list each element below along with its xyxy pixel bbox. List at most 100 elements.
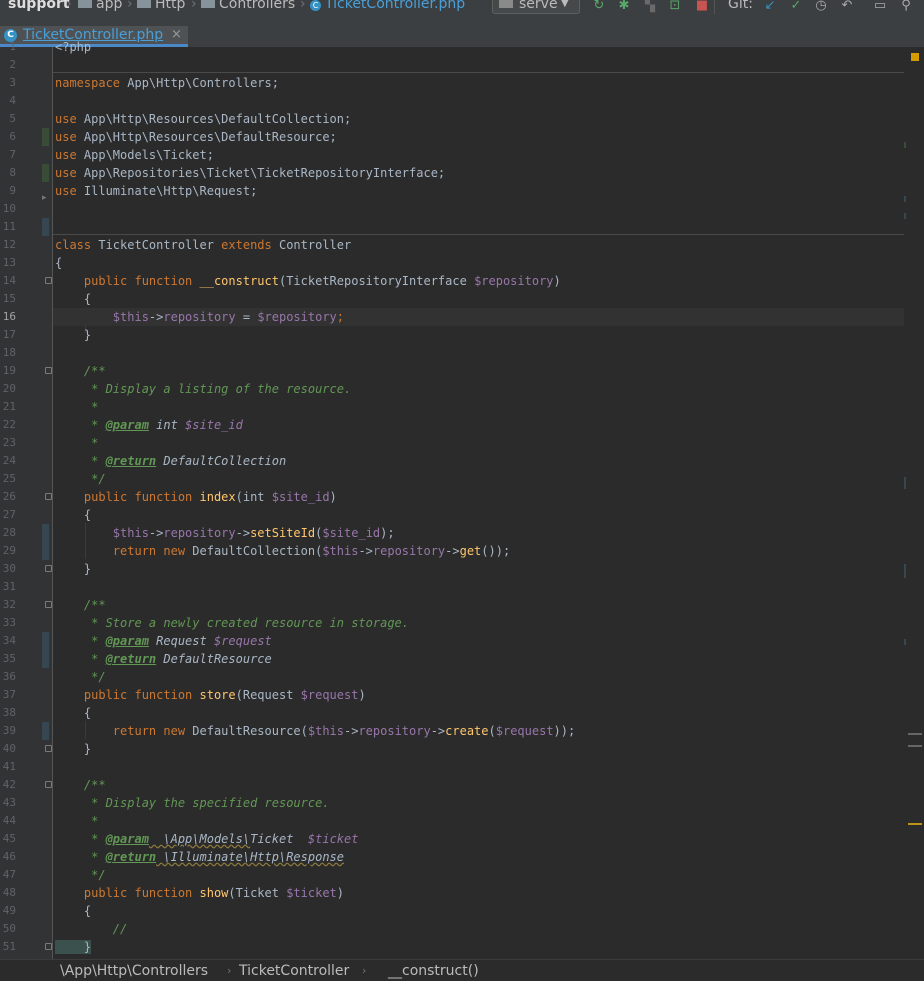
vcs-modified-marker[interactable] <box>42 218 49 236</box>
method-separator <box>53 72 920 73</box>
nav-crumb-file[interactable]: C TicketController.php <box>310 0 465 11</box>
line-number: 3 <box>9 76 16 89</box>
code-line-current: $this->repository = $repository; <box>55 310 345 324</box>
nav-crumb-project[interactable]: support <box>8 0 70 11</box>
fold-icon[interactable] <box>45 367 52 374</box>
line-number: 27 <box>2 508 16 521</box>
code-line: // <box>55 922 128 936</box>
line-number: 38 <box>2 706 16 719</box>
breadcrumb-class[interactable]: TicketController <box>239 961 349 981</box>
git-update-icon[interactable]: ↙ <box>763 0 777 12</box>
vcs-modified-marker[interactable] <box>42 632 49 668</box>
change-marker[interactable] <box>904 196 906 202</box>
fold-icon[interactable] <box>45 565 52 572</box>
search-icon[interactable]: ⚲ <box>899 0 913 12</box>
change-marker[interactable] <box>904 564 906 578</box>
vcs-modified-marker[interactable] <box>42 722 49 740</box>
folder-icon <box>137 0 151 8</box>
navigation-bar: support › app › Http › Controllers › C Ti… <box>0 0 924 14</box>
line-number: 25 <box>2 472 16 485</box>
fold-icon[interactable] <box>45 781 52 788</box>
code-line: use Illuminate\Http\Request; <box>55 184 258 198</box>
code-line: use App\Http\Resources\DefaultCollection… <box>55 112 352 126</box>
line-number: 29 <box>2 544 16 557</box>
line-number: 42 <box>2 778 16 791</box>
folder-icon <box>201 0 215 8</box>
toolbar-divider <box>714 0 715 14</box>
code-line: * @param \App\Models\Ticket $ticket <box>55 832 359 846</box>
vcs-added-marker[interactable] <box>42 128 49 146</box>
tab-ticketcontroller[interactable]: C TicketController.php × <box>0 26 188 47</box>
git-commit-icon[interactable]: ✓ <box>789 0 803 12</box>
warning-marker[interactable] <box>908 823 922 825</box>
change-marker[interactable] <box>904 477 906 489</box>
line-number: 40 <box>2 742 16 755</box>
fold-icon[interactable] <box>45 745 52 752</box>
code-line: * Display a listing of the resource. <box>55 382 352 396</box>
code-line: <?php <box>55 40 92 54</box>
php-server-icon <box>499 0 513 8</box>
line-number-current: 16 <box>2 310 16 323</box>
breadcrumb-method[interactable]: __construct() <box>388 961 479 981</box>
breadcrumb-namespace[interactable]: \App\Http\Controllers <box>60 961 208 981</box>
fold-icon[interactable] <box>45 601 52 608</box>
code-line: } <box>55 940 92 954</box>
coverage-icon[interactable]: ▚ <box>643 0 657 12</box>
change-marker[interactable] <box>904 213 906 219</box>
chevron-down-icon: ▼ <box>561 0 569 9</box>
line-number: 31 <box>2 580 16 593</box>
line-number: 33 <box>2 616 16 629</box>
history-icon[interactable]: ◷ <box>814 0 828 12</box>
line-number: 14 <box>2 274 16 287</box>
scroll-thumb-marker[interactable] <box>908 733 922 735</box>
change-marker[interactable] <box>904 639 906 645</box>
terminal-icon[interactable]: ▭ <box>873 0 887 12</box>
stop-icon[interactable]: ■ <box>695 0 709 12</box>
chevron-right-icon: › <box>191 0 197 12</box>
line-number: 51 <box>2 940 16 953</box>
change-marker[interactable] <box>904 142 906 148</box>
fold-icon[interactable] <box>45 943 52 950</box>
code-line: return new DefaultCollection($this->repo… <box>55 544 511 558</box>
code-line: } <box>55 742 92 756</box>
vcs-modified-marker[interactable] <box>42 524 49 560</box>
warning-status-icon[interactable] <box>911 53 919 61</box>
folder-icon <box>78 0 92 8</box>
vcs-added-marker[interactable] <box>42 164 49 182</box>
git-label: Git: <box>728 0 753 12</box>
close-icon[interactable]: × <box>171 27 182 42</box>
code-line: */ <box>55 868 106 882</box>
code-line: /** <box>55 598 106 612</box>
line-number: 2 <box>9 58 16 71</box>
fold-arrow-icon[interactable]: ▸ <box>42 193 47 203</box>
fold-icon[interactable] <box>45 277 52 284</box>
line-number: 37 <box>2 688 16 701</box>
error-stripe[interactable] <box>904 47 924 959</box>
fold-icon[interactable] <box>45 493 52 500</box>
line-number: 24 <box>2 454 16 467</box>
line-number: 32 <box>2 598 16 611</box>
nav-crumb-app[interactable]: app <box>78 0 122 11</box>
editor-tab-bar: C TicketController.php × <box>0 14 924 48</box>
nav-crumb-controllers[interactable]: Controllers <box>201 0 295 11</box>
nav-crumb-http[interactable]: Http <box>137 0 185 11</box>
debug-icon[interactable]: ✱ <box>617 0 631 12</box>
revert-icon[interactable]: ↶ <box>840 0 854 12</box>
line-number: 17 <box>2 328 16 341</box>
scroll-thumb-marker[interactable] <box>908 745 922 747</box>
line-number: 44 <box>2 814 16 827</box>
line-number: 12 <box>2 238 16 251</box>
code-line: * Store a newly created resource in stor… <box>55 616 410 630</box>
editor-gutter: 1 2 3 4 5 6 7 8 9 10 11 12 13 14 15 16 1… <box>0 40 53 959</box>
line-number: 1 <box>9 40 16 53</box>
code-line: use App\Http\Resources\DefaultResource; <box>55 130 337 144</box>
rerun-icon[interactable]: ↻ <box>592 0 606 12</box>
run-configuration-select[interactable]: serve ▼ <box>492 0 580 14</box>
line-number: 23 <box>2 436 16 449</box>
line-number: 13 <box>2 256 16 269</box>
line-number: 30 <box>2 562 16 575</box>
profile-icon[interactable]: ⊡ <box>668 0 682 12</box>
code-line: /** <box>55 778 106 792</box>
code-line: * Display the specified resource. <box>55 796 330 810</box>
line-number: 19 <box>2 364 16 377</box>
